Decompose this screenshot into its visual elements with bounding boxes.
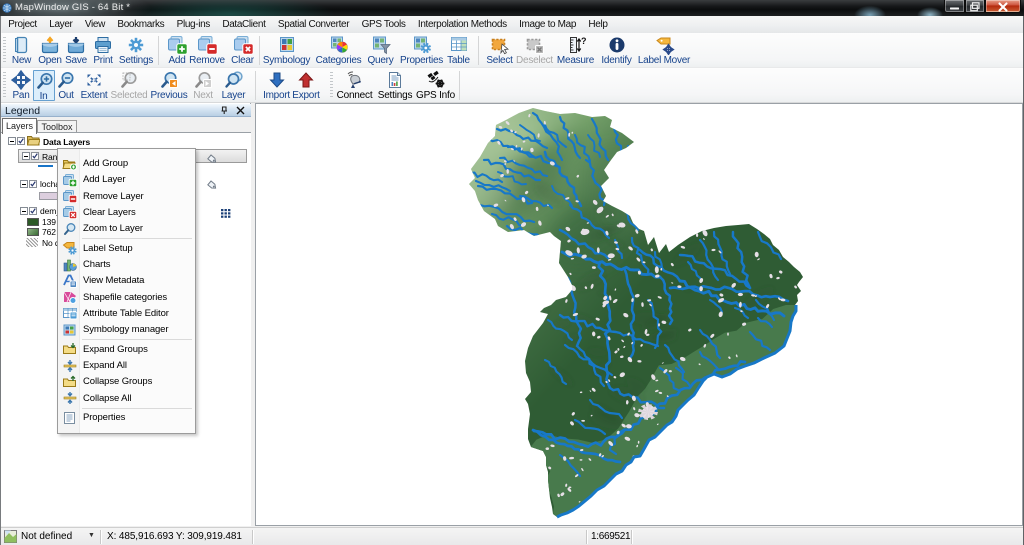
svg-text:?: ? <box>581 36 587 46</box>
